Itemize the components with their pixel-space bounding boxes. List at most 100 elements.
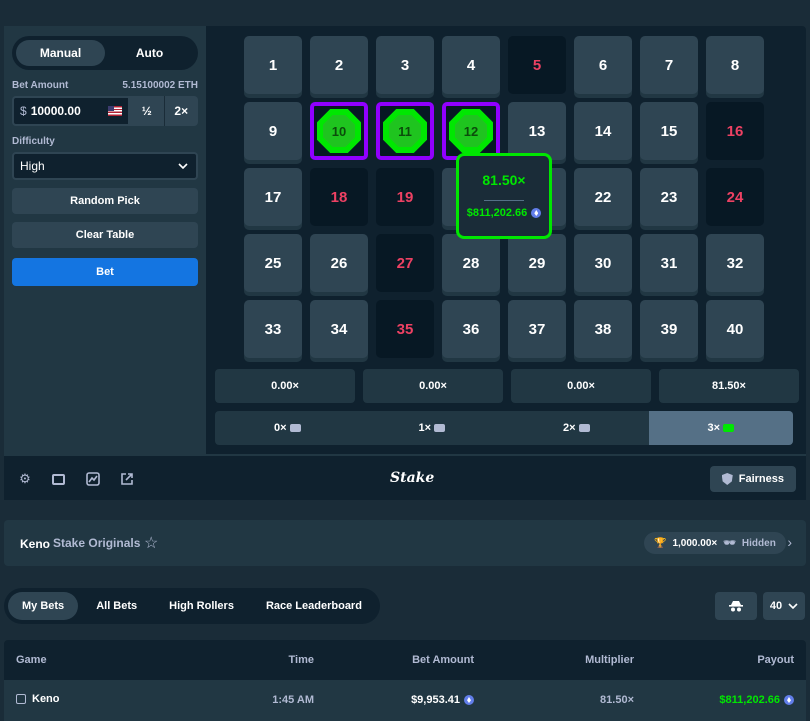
tile-number: 11 <box>398 123 412 139</box>
tab-high-rollers[interactable]: High Rollers <box>155 592 248 620</box>
gem-icon <box>723 424 735 432</box>
table-header: Game Time Bet Amount Multiplier Payout <box>4 640 806 680</box>
row-game[interactable]: Keno <box>32 693 60 705</box>
keno-tile[interactable]: 26 <box>310 234 368 292</box>
keno-tile[interactable]: 13 <box>508 102 566 160</box>
game-area: Manual Auto Bet Amount 5.15100002 ETH $ … <box>4 26 806 454</box>
keno-tile[interactable]: 35 <box>376 300 434 358</box>
incognito-icon <box>729 601 743 612</box>
shield-icon <box>721 473 733 485</box>
clear-table-button[interactable]: Clear Table <box>12 222 198 248</box>
keno-tile[interactable]: 25 <box>244 234 302 292</box>
keno-tile[interactable]: 31 <box>640 234 698 292</box>
eth-icon <box>531 208 542 218</box>
keno-tile[interactable]: 23 <box>640 168 698 226</box>
bet-button[interactable]: Bet <box>12 258 198 286</box>
col-time: Time <box>288 654 314 666</box>
settings-icon[interactable]: ⚙ <box>18 472 32 486</box>
bet-amount-group: $ 10000.00 ½ 2× <box>12 96 198 126</box>
hits-label: 2× <box>562 422 576 434</box>
keno-tile[interactable]: 30 <box>574 234 632 292</box>
bet-amount-input[interactable]: $ 10000.00 <box>12 96 130 126</box>
keno-tile[interactable]: 18 <box>310 168 368 226</box>
difficulty-value: High <box>20 159 45 173</box>
half-bet-button[interactable]: ½ <box>130 96 165 126</box>
keno-tile[interactable]: 17 <box>244 168 302 226</box>
double-bet-button[interactable]: 2× <box>165 96 199 126</box>
keno-tile[interactable]: 37 <box>508 300 566 358</box>
rows-count-value: 40 <box>769 600 783 612</box>
keno-tile[interactable]: 24 <box>706 168 764 226</box>
rows-count-select[interactable]: 40 <box>763 592 805 620</box>
gem-icon <box>289 424 301 432</box>
difficulty-select[interactable]: High <box>12 152 198 180</box>
keno-tile[interactable]: 27 <box>376 234 434 292</box>
keno-tile[interactable]: 36 <box>442 300 500 358</box>
tile-number: 10 <box>331 123 347 139</box>
keno-tile[interactable]: 12 <box>442 102 500 160</box>
keno-tile[interactable]: 11 <box>376 102 434 160</box>
row-multiplier: 81.50× <box>600 694 634 706</box>
keno-tile[interactable]: 39 <box>640 300 698 358</box>
payout-cell: 0.00× <box>215 369 355 403</box>
hits-label: 1× <box>418 422 432 434</box>
fairness-button[interactable]: Fairness <box>709 466 796 492</box>
chevron-right-icon[interactable]: › <box>787 534 792 550</box>
keno-tile[interactable]: 15 <box>640 102 698 160</box>
keno-tile[interactable]: 1 <box>244 36 302 94</box>
tab-all-bets[interactable]: All Bets <box>82 592 151 620</box>
max-win-badge: 🏆 1,000.00× 🕶 Hidden <box>644 532 786 554</box>
theatre-mode-icon[interactable] <box>52 474 65 485</box>
tab-auto[interactable]: Auto <box>105 40 194 66</box>
game-category[interactable]: Stake Originals <box>53 536 140 550</box>
game-info-bar[interactable]: Keno Stake Originals ☆ 🏆 1,000.00× 🕶 Hid… <box>4 520 806 566</box>
gem-icon <box>578 424 590 432</box>
keno-tile[interactable]: 2 <box>310 36 368 94</box>
keno-tile[interactable]: 3 <box>376 36 434 94</box>
col-multiplier: Multiplier <box>585 654 634 666</box>
hits-label: 3× <box>707 422 721 434</box>
gem-icon: 11 <box>383 109 427 153</box>
bet-amount-label: Bet Amount <box>12 80 69 91</box>
keno-tile[interactable]: 32 <box>706 234 764 292</box>
keno-tile[interactable]: 29 <box>508 234 566 292</box>
payout-cell: 81.50× <box>659 369 799 403</box>
keno-tile[interactable]: 22 <box>574 168 632 226</box>
hidden-label: Hidden <box>741 537 776 549</box>
keno-tile[interactable]: 38 <box>574 300 632 358</box>
currency-symbol: $ <box>20 104 27 118</box>
keno-tile[interactable]: 5 <box>508 36 566 94</box>
eth-icon <box>784 695 794 705</box>
keno-tile[interactable]: 14 <box>574 102 632 160</box>
hits-cell: 1× <box>360 411 505 445</box>
keno-tile[interactable]: 4 <box>442 36 500 94</box>
keno-tile[interactable]: 9 <box>244 102 302 160</box>
keno-tile[interactable]: 34 <box>310 300 368 358</box>
keno-tile[interactable]: 16 <box>706 102 764 160</box>
star-icon[interactable]: ☆ <box>144 533 158 553</box>
keno-tile[interactable]: 28 <box>442 234 500 292</box>
keno-icon <box>16 694 26 704</box>
payout-cell: 0.00× <box>363 369 503 403</box>
keno-tile[interactable]: 19 <box>376 168 434 226</box>
chevron-down-icon <box>178 163 188 169</box>
table-row[interactable]: Keno 1:45 AM $9,953.41 81.50× $811,202.6… <box>4 680 806 721</box>
bet-amount-value: 10000.00 <box>30 104 81 118</box>
keno-tile[interactable]: 10 <box>310 102 368 160</box>
incognito-toggle-button[interactable] <box>715 592 757 620</box>
keno-tile[interactable]: 33 <box>244 300 302 358</box>
stats-icon[interactable] <box>86 472 100 486</box>
tab-manual[interactable]: Manual <box>16 40 105 66</box>
keno-tile[interactable]: 7 <box>640 36 698 94</box>
tab-my-bets[interactable]: My Bets <box>8 592 79 620</box>
balance-text: 5.15100002 ETH <box>122 80 198 91</box>
popout-icon[interactable] <box>120 472 134 486</box>
random-pick-button[interactable]: Random Pick <box>12 188 198 214</box>
keno-tile[interactable]: 8 <box>706 36 764 94</box>
stake-logo: Stake <box>390 470 435 486</box>
bets-table: Game Time Bet Amount Multiplier Payout K… <box>4 640 806 721</box>
keno-tile[interactable]: 40 <box>706 300 764 358</box>
chevron-down-icon <box>788 603 798 609</box>
tab-race-leaderboard[interactable]: Race Leaderboard <box>252 592 376 620</box>
keno-tile[interactable]: 6 <box>574 36 632 94</box>
